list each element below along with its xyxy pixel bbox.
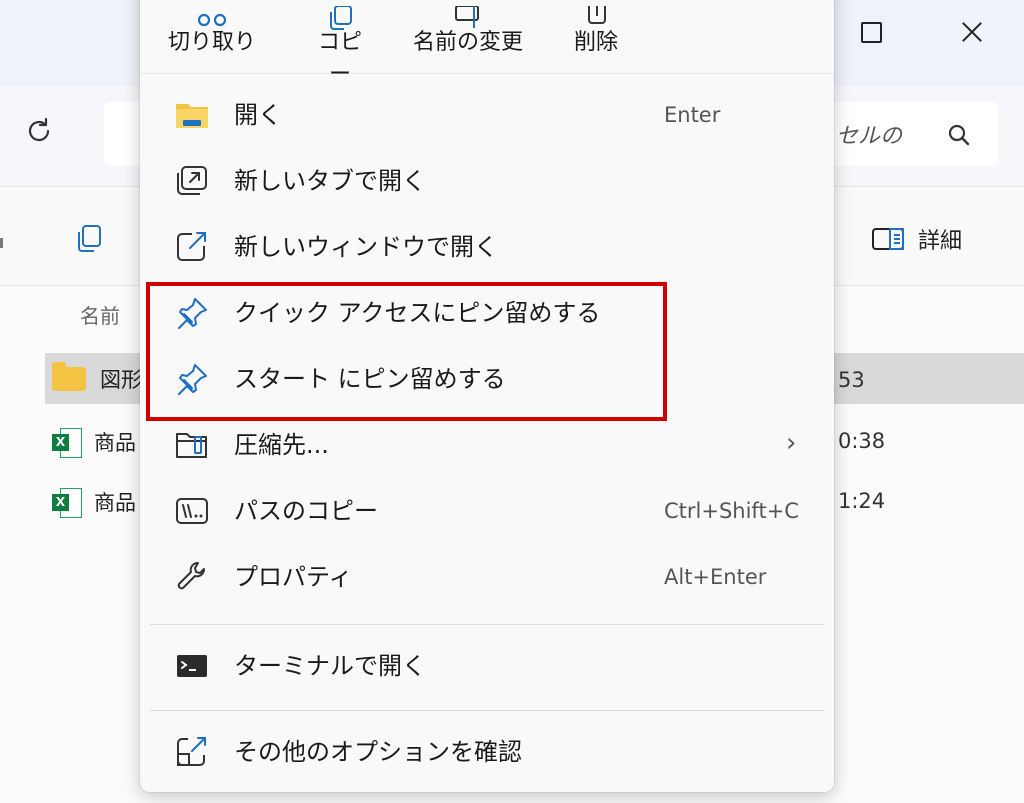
maximize-icon <box>860 21 882 43</box>
details-label: 詳細 <box>918 229 963 254</box>
more-options-icon <box>177 737 206 766</box>
annotation-highlight-box <box>146 282 667 421</box>
menu-item-properties[interactable]: プロパティ Alt+Enter <box>146 546 828 608</box>
new-window-icon <box>177 232 206 261</box>
quick-actions-bar: 切り取り コピー 名前の変更 削除 <box>140 0 834 87</box>
menu-item-label: 開く <box>234 101 282 129</box>
maximize-button[interactable] <box>851 14 891 50</box>
close-button[interactable] <box>952 14 992 50</box>
refresh-icon <box>28 117 50 142</box>
excel-file-icon: X <box>52 426 82 458</box>
rename-button[interactable]: 名前の変更 <box>406 6 530 56</box>
close-icon <box>960 20 984 44</box>
file-row[interactable]: X 商品 <box>52 422 136 462</box>
file-modified: 53 <box>838 368 865 392</box>
search-placeholder: セルの <box>836 124 903 149</box>
menu-item-compress-to[interactable]: 圧縮先... › <box>146 414 828 476</box>
terminal-icon <box>177 655 207 677</box>
copy-path-icon <box>176 498 208 524</box>
menu-item-copy-path[interactable]: パスのコピー Ctrl+Shift+C <box>146 480 828 542</box>
menu-item-open[interactable]: 開く Enter <box>146 84 828 146</box>
folder-icon <box>52 362 86 391</box>
rename-label: 名前の変更 <box>412 30 523 55</box>
chevron-right-icon: › <box>786 428 797 458</box>
file-row[interactable]: 図形 <box>52 359 142 399</box>
folder-icon <box>176 104 208 128</box>
copy-label: コピー <box>317 30 362 87</box>
file-modified: 0:38 <box>838 429 886 453</box>
details-button[interactable]: 詳細 <box>872 222 962 256</box>
cut-icon <box>197 13 227 27</box>
menu-item-label: 圧縮先... <box>234 431 329 459</box>
menu-item-label: その他のオプションを確認 <box>234 738 522 766</box>
file-modified: 1:24 <box>838 489 886 513</box>
menu-item-shortcut: Alt+Enter <box>664 565 767 589</box>
delete-icon <box>588 6 606 24</box>
cut-label: 切り取り <box>168 30 257 55</box>
wrench-icon <box>177 562 205 590</box>
excel-file-icon: X <box>52 486 82 518</box>
file-name: 商品 <box>94 491 136 515</box>
menu-item-shortcut: Ctrl+Shift+C <box>664 499 799 523</box>
file-row[interactable]: X 商品 <box>52 482 136 522</box>
delete-button[interactable]: 削除 <box>568 6 624 56</box>
menu-item-label: パスのコピー <box>234 497 378 525</box>
search-icon[interactable] <box>946 122 972 148</box>
copy-button[interactable]: コピー <box>310 6 370 88</box>
address-field[interactable] <box>104 102 144 166</box>
rename-icon <box>455 6 479 28</box>
zip-icon <box>176 433 207 458</box>
details-pane-icon <box>872 228 904 250</box>
cut-button[interactable]: 切り取り <box>168 13 257 56</box>
copy-icon <box>330 6 352 30</box>
file-name: 商品 <box>94 431 136 455</box>
menu-item-label: 新しいウィンドウで開く <box>234 233 498 261</box>
menu-separator <box>150 710 824 711</box>
column-header-name[interactable]: 名前 <box>80 300 120 329</box>
menu-item-open-new-window[interactable]: 新しいウィンドウで開く <box>146 216 828 278</box>
menu-item-label: プロパティ <box>234 563 353 591</box>
menu-item-shortcut: Enter <box>664 103 721 127</box>
menu-item-show-more-options[interactable]: その他のオプションを確認 <box>146 721 828 783</box>
menu-item-label: ターミナルで開く <box>234 652 426 680</box>
delete-label: 削除 <box>573 30 618 55</box>
new-tab-icon <box>177 166 207 195</box>
refresh-button[interactable] <box>22 116 56 150</box>
menu-item-open-terminal[interactable]: ターミナルで開く <box>146 635 828 697</box>
menu-item-open-new-tab[interactable]: 新しいタブで開く <box>146 150 828 212</box>
menu-separator <box>150 624 824 625</box>
copy-icon[interactable] <box>72 222 106 256</box>
edge-mark <box>0 238 3 248</box>
menu-item-label: 新しいタブで開く <box>234 167 426 195</box>
file-name: 図形 <box>100 368 142 392</box>
